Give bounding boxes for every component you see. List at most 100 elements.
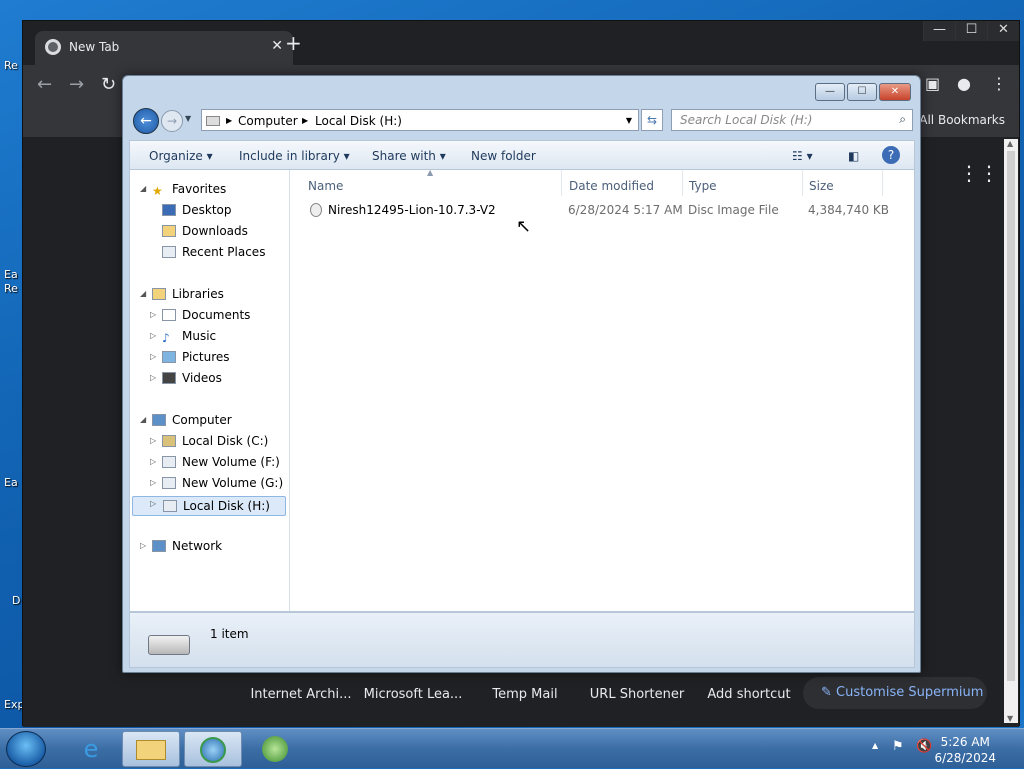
collapse-triangle-icon[interactable]: ▷: [150, 457, 156, 466]
view-options-icon[interactable]: ☷ ▾: [792, 149, 813, 163]
collapse-triangle-icon[interactable]: ▷: [150, 352, 156, 361]
shortcut-url-shortener[interactable]: URL Shortener: [581, 687, 693, 702]
disc-image-icon: [310, 203, 322, 217]
collapse-triangle-icon[interactable]: ▷: [150, 310, 156, 319]
nav-network[interactable]: Network: [152, 539, 222, 553]
close-icon[interactable]: ✕: [879, 83, 911, 101]
nav-new-volume-g[interactable]: New Volume (G:): [162, 476, 283, 490]
supermium-browser-icon[interactable]: [184, 731, 242, 767]
internet-explorer-icon[interactable]: e: [62, 731, 120, 767]
forward-arrow-icon[interactable]: →: [69, 75, 84, 95]
mouse-cursor-icon: ↖: [516, 216, 532, 237]
preview-pane-icon[interactable]: ◧: [848, 149, 859, 163]
column-header-size[interactable]: Size: [803, 170, 883, 196]
system-drive-icon: [162, 435, 176, 447]
collapse-triangle-icon[interactable]: ▷: [150, 373, 156, 382]
close-icon[interactable]: ✕: [987, 21, 1019, 41]
file-row[interactable]: Niresh12495-Lion-10.7.3-V2 6/28/2024 5:1…: [302, 200, 902, 220]
tab-new-tab[interactable]: New Tab ✕: [35, 31, 293, 65]
nav-documents[interactable]: Documents: [162, 308, 250, 322]
refresh-icon[interactable]: ⇆: [641, 109, 663, 131]
start-button[interactable]: [6, 731, 46, 767]
search-input[interactable]: Search Local Disk (H:) ⌕: [671, 109, 913, 131]
drive-large-icon: [148, 635, 190, 655]
breadcrumb-separator-icon[interactable]: ▶: [226, 116, 232, 125]
new-folder-button[interactable]: New folder: [471, 149, 536, 163]
shortcut-row: Internet Archi... Microsoft Lea... Temp …: [245, 687, 805, 702]
share-with-button[interactable]: Share with ▾: [372, 149, 446, 163]
all-bookmarks-link[interactable]: All Bookmarks: [919, 113, 1005, 127]
maximize-icon[interactable]: ☐: [847, 83, 877, 101]
sort-indicator-icon: ▲: [427, 168, 434, 177]
scrollbar-thumb[interactable]: [1007, 151, 1015, 681]
column-header-type[interactable]: Type: [683, 170, 803, 196]
drive-icon: [163, 500, 177, 512]
nav-videos[interactable]: Videos: [162, 371, 222, 385]
customise-button[interactable]: ✎ Customise Supermium: [803, 677, 987, 709]
scrollbar[interactable]: ▲ ▼: [1004, 139, 1018, 723]
show-hidden-icons-icon[interactable]: ▲: [872, 741, 878, 750]
volume-muted-icon[interactable]: 🔇: [916, 739, 932, 754]
expand-triangle-icon[interactable]: ◢: [140, 184, 146, 193]
search-icon[interactable]: ⌕: [899, 112, 906, 127]
desktop-label-fragment: D: [12, 594, 21, 607]
nav-local-disk-c[interactable]: Local Disk (C:): [162, 434, 268, 448]
expand-triangle-icon[interactable]: ◢: [140, 289, 146, 298]
chrome-icon: [45, 39, 61, 55]
pictures-icon: [162, 351, 176, 363]
shortcut-temp-mail[interactable]: Temp Mail: [469, 687, 581, 702]
back-arrow-icon[interactable]: ←: [37, 75, 52, 95]
breadcrumb-computer[interactable]: Computer: [238, 114, 298, 128]
nav-music[interactable]: ♪ Music: [162, 329, 216, 345]
expand-triangle-icon[interactable]: ◢: [140, 415, 146, 424]
file-explorer-icon[interactable]: [122, 731, 180, 767]
reload-icon[interactable]: ↻: [101, 75, 116, 95]
nav-recent-places[interactable]: Recent Places: [162, 245, 265, 259]
tab-strip: New Tab ✕ + — ☐ ✕: [23, 21, 1019, 65]
maximize-icon[interactable]: ☐: [955, 21, 987, 41]
minimize-icon[interactable]: —: [923, 21, 955, 41]
clock-time: 5:26 AM: [940, 735, 990, 749]
close-tab-icon[interactable]: ✕: [271, 38, 283, 54]
column-header-date-modified[interactable]: Date modified: [563, 170, 683, 196]
nav-new-volume-f[interactable]: New Volume (F:): [162, 455, 280, 469]
shortcut-microsoft-learn[interactable]: Microsoft Lea...: [357, 687, 469, 702]
minimize-icon[interactable]: —: [815, 83, 845, 101]
organize-button[interactable]: Organize ▾: [149, 149, 213, 163]
breadcrumb-local-disk-h[interactable]: Local Disk (H:): [315, 114, 402, 128]
back-arrow-icon[interactable]: ←: [133, 108, 159, 134]
menu-kebab-icon[interactable]: ⋮: [991, 74, 1007, 93]
scroll-down-icon[interactable]: ▼: [1007, 714, 1013, 723]
shortcut-internet-archive[interactable]: Internet Archi...: [245, 687, 357, 702]
collapse-triangle-icon[interactable]: ▷: [150, 331, 156, 340]
forward-arrow-icon[interactable]: →: [161, 110, 183, 132]
profile-icon[interactable]: ●: [957, 74, 971, 93]
clock-date: 6/28/2024: [934, 751, 996, 765]
side-panel-icon[interactable]: ▣: [925, 74, 940, 93]
collapse-triangle-icon[interactable]: ▷: [150, 436, 156, 445]
nav-favorites[interactable]: ★ Favorites: [152, 182, 226, 198]
download-manager-icon[interactable]: [246, 731, 304, 767]
collapse-triangle-icon[interactable]: ▷: [150, 478, 156, 487]
add-shortcut-button[interactable]: Add shortcut: [693, 687, 805, 702]
collapse-triangle-icon[interactable]: ▷: [140, 541, 146, 550]
scroll-up-icon[interactable]: ▲: [1007, 139, 1013, 148]
nav-downloads[interactable]: Downloads: [162, 224, 248, 238]
clock[interactable]: 5:26 AM 6/28/2024: [934, 734, 996, 766]
customise-label: Customise Supermium: [836, 685, 984, 700]
address-dropdown-icon[interactable]: ▼: [626, 116, 632, 125]
nav-desktop[interactable]: Desktop: [162, 203, 232, 217]
collapse-triangle-icon[interactable]: ▷: [150, 499, 156, 508]
address-bar[interactable]: ▶ Computer ▶ Local Disk (H:) ▼: [201, 109, 639, 131]
help-icon[interactable]: ?: [882, 146, 900, 164]
action-center-icon[interactable]: ⚑: [892, 739, 904, 754]
libraries-icon: [152, 288, 166, 300]
include-in-library-button[interactable]: Include in library ▾: [239, 149, 350, 163]
file-name[interactable]: Niresh12495-Lion-10.7.3-V2: [328, 203, 496, 217]
nav-computer[interactable]: Computer: [152, 413, 232, 427]
history-dropdown-icon[interactable]: ▼: [185, 114, 191, 123]
new-tab-button[interactable]: +: [285, 33, 302, 53]
breadcrumb-separator-icon[interactable]: ▶: [302, 116, 308, 125]
nav-pictures[interactable]: Pictures: [162, 350, 230, 364]
nav-libraries[interactable]: Libraries: [152, 287, 224, 301]
